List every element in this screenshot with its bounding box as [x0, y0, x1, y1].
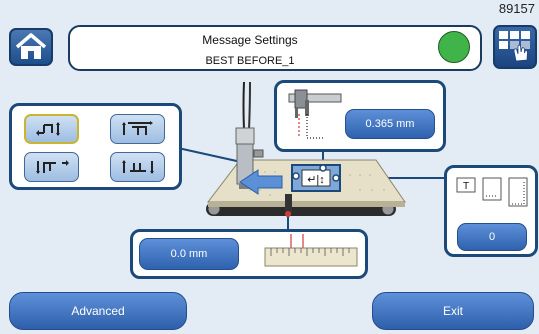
direction-option-1[interactable]	[24, 114, 79, 144]
direction-icon-3	[35, 160, 69, 174]
direction-panel	[9, 103, 182, 190]
direction-option-3[interactable]	[24, 152, 79, 182]
repeat-panel: T 0	[444, 165, 538, 257]
ruler-icon	[264, 234, 358, 267]
height-value-button[interactable]: 0.365 mm	[345, 109, 435, 139]
svg-text:T: T	[463, 181, 469, 192]
exit-button[interactable]: Exit	[372, 292, 534, 330]
offset-panel: 0.0 mm	[130, 229, 368, 279]
repeat-layout-icon: T	[456, 177, 528, 207]
caliper-icon	[288, 89, 342, 139]
direction-icon-1	[35, 122, 60, 136]
svg-text:↵|↕: ↵|↕	[307, 174, 325, 186]
advanced-button[interactable]: Advanced	[9, 292, 187, 330]
direction-option-4[interactable]	[110, 152, 165, 182]
direction-option-2[interactable]	[110, 114, 165, 144]
offset-value-button[interactable]: 0.0 mm	[139, 238, 239, 270]
direction-icon-4	[121, 160, 154, 174]
height-panel: 0.365 mm	[274, 80, 446, 152]
repeat-value-button[interactable]: 0	[457, 223, 527, 251]
direction-icon-2	[121, 121, 153, 135]
